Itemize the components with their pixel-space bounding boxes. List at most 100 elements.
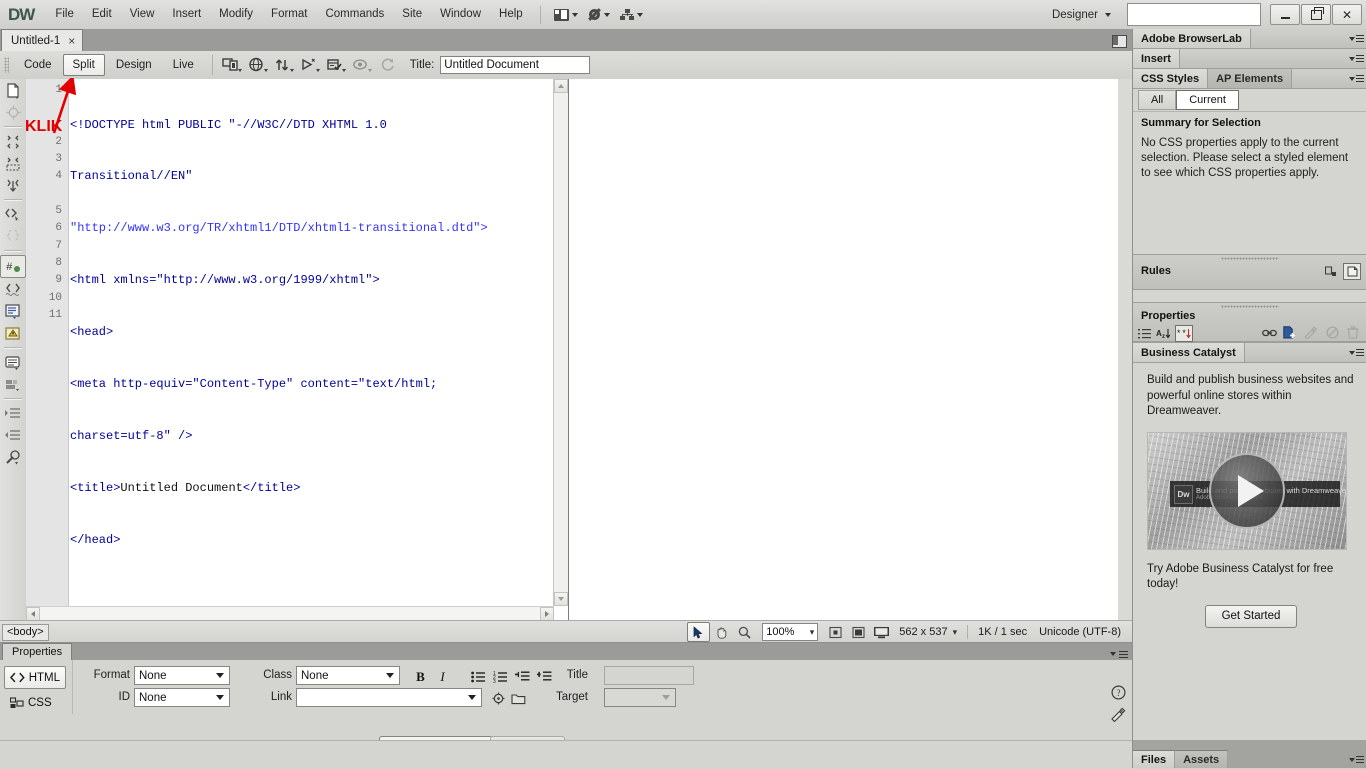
business-catalyst-panel-menu[interactable] xyxy=(1345,343,1366,362)
html-mode-button[interactable]: HTML xyxy=(4,666,66,689)
point-to-file-button[interactable] xyxy=(488,688,509,709)
indent-code-icon[interactable] xyxy=(1,403,25,424)
close-button[interactable]: ✕ xyxy=(1332,4,1362,25)
menu-window[interactable]: Window xyxy=(431,4,490,25)
help-button[interactable]: ? xyxy=(1108,682,1129,703)
indent-button[interactable] xyxy=(534,666,555,687)
collapse-full-tag-icon[interactable] xyxy=(1,131,25,152)
code-view-button[interactable]: Code xyxy=(14,54,62,76)
refresh-design-view-button[interactable] xyxy=(376,54,400,76)
drag-handle[interactable] xyxy=(1221,305,1279,308)
minimize-button[interactable] xyxy=(1270,4,1300,25)
split-view-button[interactable]: Split xyxy=(62,54,105,76)
select-tool-button[interactable] xyxy=(687,622,711,642)
large-window-size-button[interactable] xyxy=(870,622,893,642)
select-parent-tag-icon[interactable] xyxy=(1,204,25,225)
multiscreen-preview-button[interactable] xyxy=(220,54,244,76)
new-css-rule-icon[interactable] xyxy=(1282,325,1298,340)
code-editor-text[interactable]: <!DOCTYPE html PUBLIC "-//W3C//DTD XHTML… xyxy=(70,82,560,620)
medium-window-size-button[interactable] xyxy=(847,622,870,642)
layout-switcher-button[interactable] xyxy=(549,6,583,24)
live-view-button[interactable]: Live xyxy=(163,54,204,76)
format-select[interactable]: None xyxy=(134,666,230,685)
outdent-code-icon[interactable] xyxy=(1,425,25,446)
quick-tag-editor-button[interactable] xyxy=(1108,704,1129,725)
remove-comment-icon[interactable] xyxy=(1,323,25,344)
line-numbers-icon[interactable]: # xyxy=(0,255,26,278)
target-select[interactable] xyxy=(604,688,676,707)
zoom-level-select[interactable]: 100% ▾ xyxy=(762,623,819,641)
browserlab-panel-bar[interactable]: Adobe BrowserLab xyxy=(1133,29,1366,49)
search-input[interactable] xyxy=(1127,3,1261,26)
preview-in-browser-button[interactable] xyxy=(246,54,270,76)
extend-dreamweaver-button[interactable] xyxy=(583,5,615,24)
files-panel-menu[interactable] xyxy=(1345,751,1366,768)
wrap-tag-icon[interactable] xyxy=(1,352,25,373)
small-window-size-button[interactable] xyxy=(824,622,847,642)
hand-tool-button[interactable] xyxy=(710,622,733,642)
expand-all-icon[interactable] xyxy=(1,175,25,196)
id-select[interactable]: None xyxy=(134,688,230,707)
css-panel-menu[interactable] xyxy=(1345,69,1366,88)
tab-css-styles[interactable]: CSS Styles xyxy=(1133,69,1209,88)
browserlab-panel-menu[interactable] xyxy=(1345,29,1366,48)
css-styles-panel-bar[interactable]: CSS Styles AP Elements xyxy=(1133,69,1366,89)
menu-commands[interactable]: Commands xyxy=(316,4,393,25)
business-catalyst-video-thumbnail[interactable]: Dw Build and publish websites with Dream… xyxy=(1147,431,1347,550)
code-view-pane[interactable]: 1 2 3 4 5 6 7 8 9 10 11 <!DOCTYPE html P… xyxy=(26,79,569,620)
open-documents-icon[interactable] xyxy=(1,80,25,101)
tab-business-catalyst[interactable]: Business Catalyst xyxy=(1133,343,1245,362)
browse-for-file-button[interactable] xyxy=(508,688,529,709)
tab-files[interactable]: Files xyxy=(1133,750,1176,768)
tab-insert[interactable]: Insert xyxy=(1133,49,1180,68)
design-view-button[interactable]: Design xyxy=(106,54,162,76)
ordered-list-button[interactable]: 123 xyxy=(490,666,511,687)
design-view-pane[interactable] xyxy=(569,79,1132,620)
tag-selector-body[interactable]: <body> xyxy=(2,623,49,641)
split-panel-icon[interactable] xyxy=(1112,35,1127,48)
attach-style-sheet-icon[interactable] xyxy=(1261,325,1277,340)
tab-adobe-browserlab[interactable]: Adobe BrowserLab xyxy=(1133,29,1251,48)
workspace-switcher[interactable]: Designer xyxy=(1046,7,1117,23)
validate-markup-button[interactable] xyxy=(324,54,348,76)
menu-edit[interactable]: Edit xyxy=(83,4,121,25)
file-management-button[interactable] xyxy=(272,54,296,76)
title-input[interactable] xyxy=(604,666,694,685)
css-properties-section-bar[interactable]: Properties Az ** xyxy=(1133,302,1366,342)
class-select[interactable]: None xyxy=(296,666,400,685)
menu-format[interactable]: Format xyxy=(262,4,316,25)
menu-modify[interactable]: Modify xyxy=(210,4,262,25)
css-filter-all-button[interactable]: All xyxy=(1138,90,1177,110)
properties-panel-menu[interactable] xyxy=(1107,650,1128,658)
live-view-options-button[interactable] xyxy=(298,54,322,76)
highlight-invalid-code-icon[interactable] xyxy=(1,279,25,300)
bold-button[interactable]: B xyxy=(410,666,431,687)
css-mode-button[interactable]: CSS xyxy=(4,691,66,714)
business-catalyst-panel-bar[interactable]: Business Catalyst xyxy=(1133,342,1366,363)
edit-rule-pane-icon[interactable] xyxy=(1343,263,1361,280)
window-dimensions[interactable]: 562 x 537 ▾ xyxy=(899,626,957,638)
visual-aids-button[interactable] xyxy=(350,54,374,76)
insert-panel-menu[interactable] xyxy=(1345,49,1366,68)
set-properties-icon[interactable]: ** xyxy=(1175,325,1193,342)
zoom-tool-button[interactable] xyxy=(733,622,756,642)
recent-snippets-icon[interactable] xyxy=(1,374,25,395)
css-filter-current-button[interactable]: Current xyxy=(1176,90,1239,110)
tab-ap-elements[interactable]: AP Elements xyxy=(1208,69,1293,88)
menu-help[interactable]: Help xyxy=(490,4,532,25)
unordered-list-button[interactable] xyxy=(468,666,489,687)
insert-panel-bar[interactable]: Insert xyxy=(1133,49,1366,69)
code-vertical-scrollbar[interactable] xyxy=(553,79,568,606)
site-management-button[interactable] xyxy=(615,6,648,24)
scroll-track[interactable] xyxy=(40,607,540,621)
menu-site[interactable]: Site xyxy=(393,4,431,25)
tab-properties[interactable]: Properties xyxy=(2,643,73,660)
format-source-code-icon[interactable] xyxy=(1,447,25,468)
document-tab-untitled-1[interactable]: Untitled-1 × xyxy=(1,29,84,51)
toolbar-grip[interactable] xyxy=(4,57,9,73)
category-view-icon[interactable] xyxy=(1137,326,1153,341)
menu-file[interactable]: File xyxy=(46,4,83,25)
collapse-selection-icon[interactable] xyxy=(1,153,25,174)
restore-button[interactable] xyxy=(1301,4,1331,25)
menu-insert[interactable]: Insert xyxy=(163,4,210,25)
